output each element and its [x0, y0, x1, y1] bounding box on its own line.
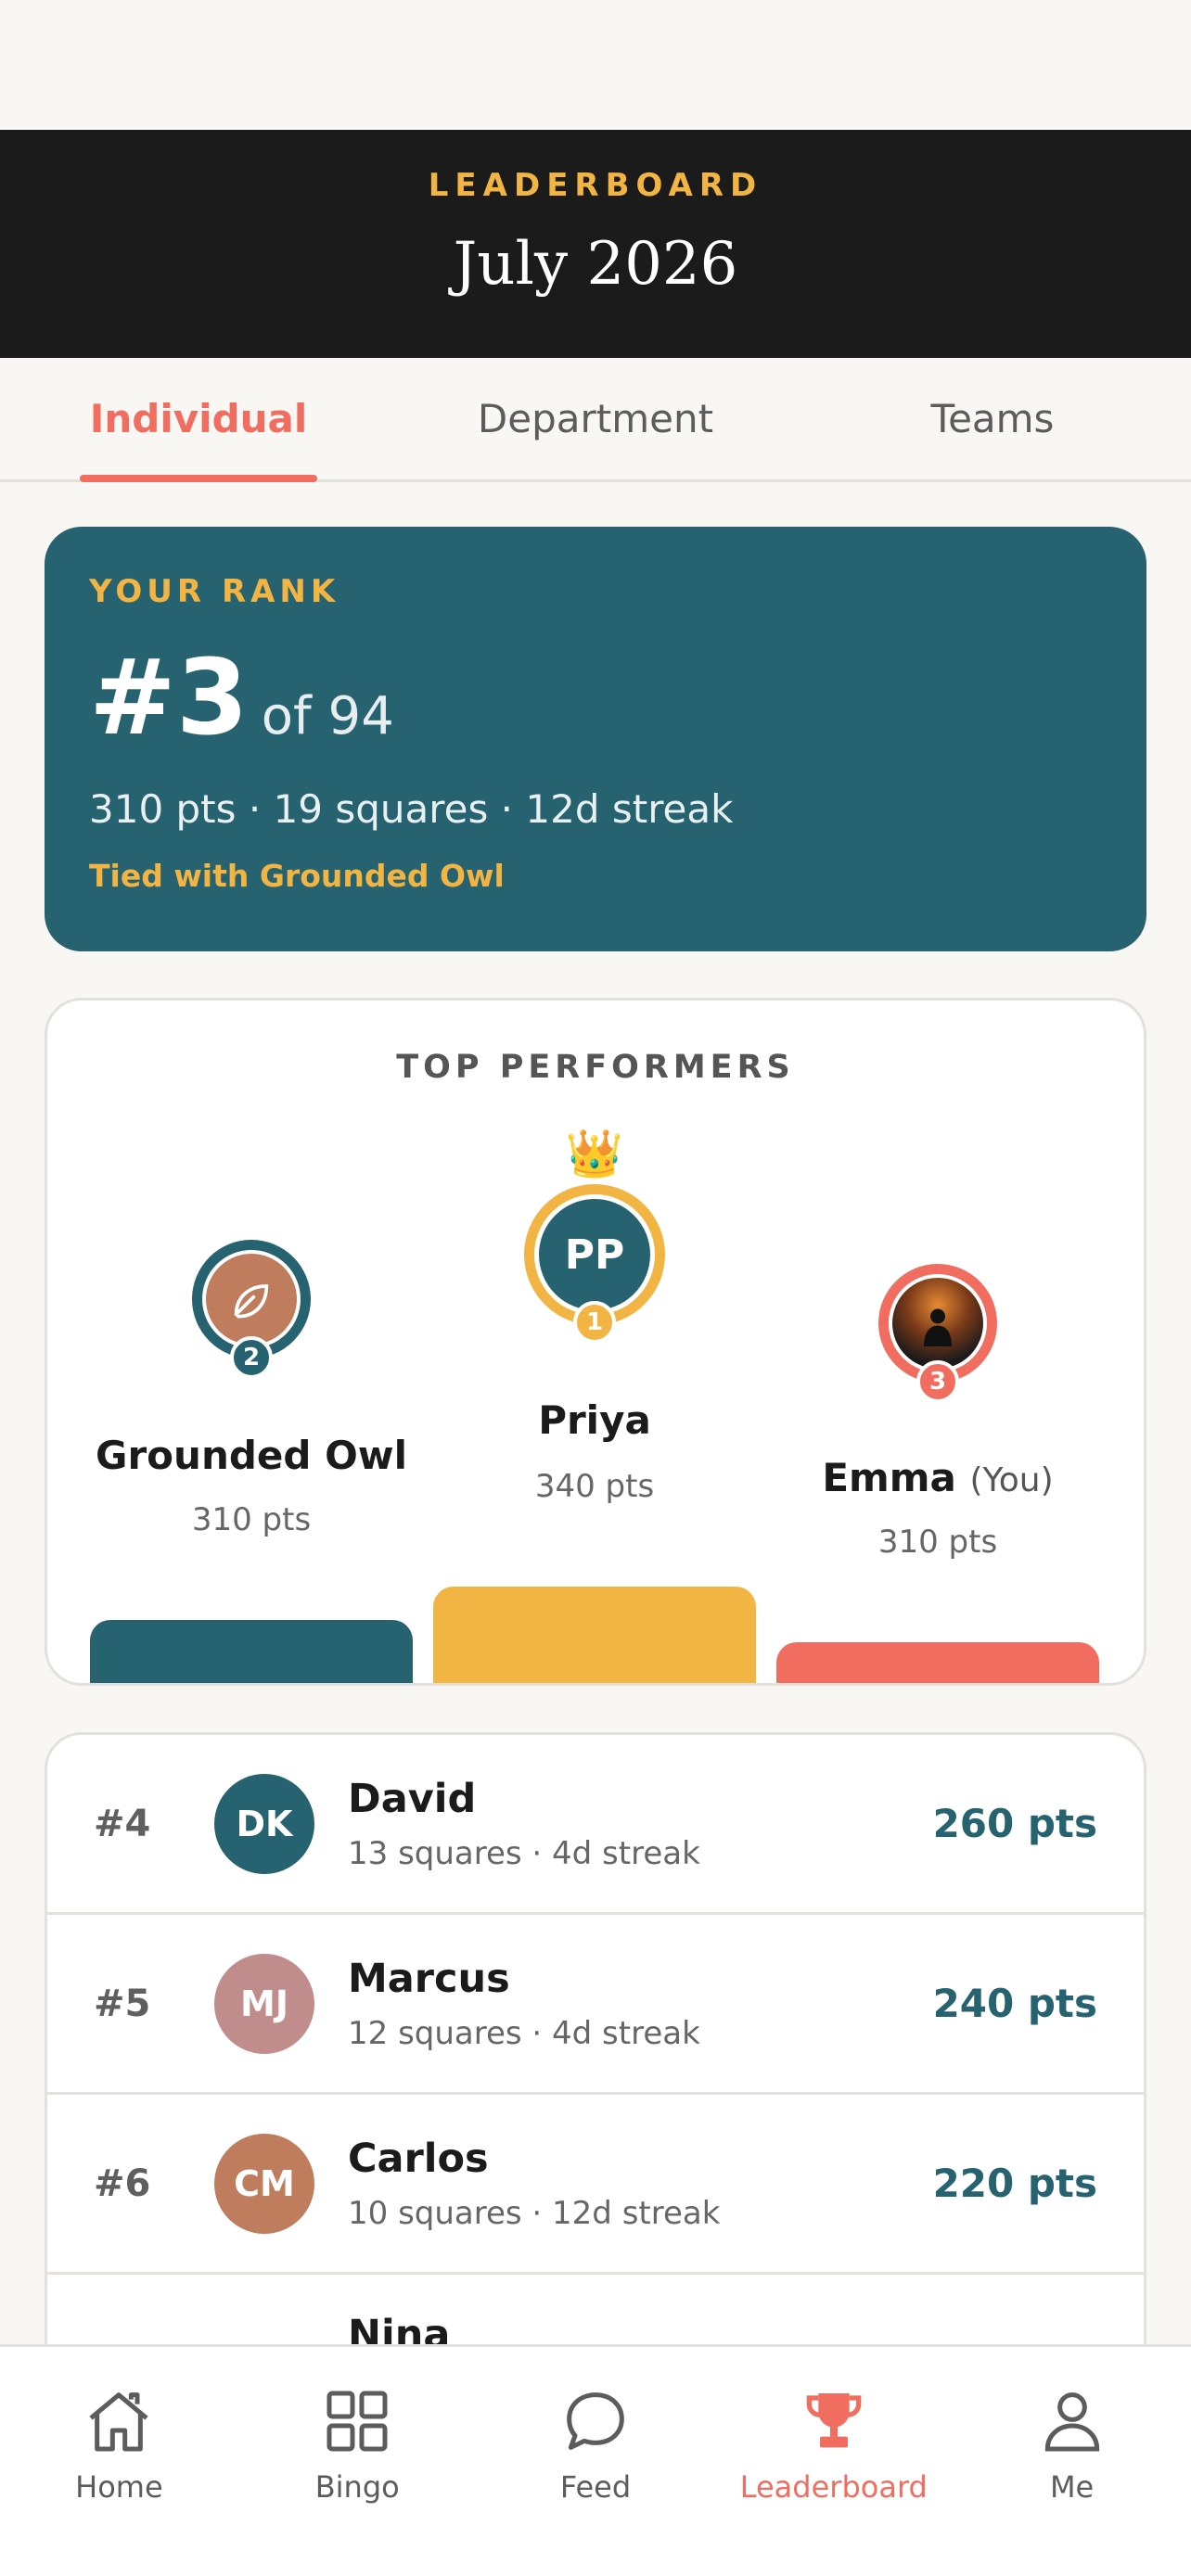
list-points: 220 pts	[932, 2161, 1097, 2206]
list-rank: #5	[94, 1982, 151, 2025]
podium-third-bar	[776, 1642, 1099, 1683]
nav-leaderboard-label: Leaderboard	[739, 2469, 928, 2505]
rank-line: #3 of 94	[89, 638, 1102, 759]
tab-individual[interactable]: Individual	[0, 358, 397, 482]
nav-feed-label: Feed	[559, 2469, 632, 2505]
rank-total: of 94	[261, 686, 394, 746]
podium-third-points: 310 pts	[877, 1524, 998, 1561]
list-item[interactable]: #4 DK David 13 squares · 4d streak 260 p…	[47, 1735, 1144, 1915]
podium-second-bar	[90, 1620, 413, 1683]
podium-third[interactable]: 3 Emma (You) 310 pts	[776, 1001, 1099, 1683]
header-eyebrow: LEADERBOARD	[428, 167, 763, 204]
crown-icon: 👑	[565, 1127, 624, 1180]
podium-first-points: 340 pts	[534, 1468, 655, 1505]
list-stats: 13 squares · 4d streak	[348, 1834, 700, 1872]
list-name: David	[348, 1775, 477, 1822]
nav-home-label: Home	[75, 2469, 163, 2505]
bottom-nav: Home Bingo Feed Leaderboard Me	[0, 2344, 1191, 2576]
rank-stats: 310 pts · 19 squares · 12d streak	[89, 786, 734, 832]
medal-first: 1	[573, 1301, 616, 1344]
leaf-icon	[202, 1250, 301, 1348]
list-points: 260 pts	[932, 1801, 1097, 1846]
user-icon	[1044, 2392, 1099, 2452]
podium-first-name: Priya	[538, 1397, 651, 1443]
podium-first-bar	[433, 1587, 756, 1683]
podium-first[interactable]: 👑 PP 1 Priya 340 pts	[433, 1001, 756, 1683]
list-item[interactable]: #6 CM Carlos 10 squares · 12d streak 220…	[47, 2095, 1144, 2275]
your-rank-label: YOUR RANK	[89, 573, 340, 610]
podium-second[interactable]: 2 Grounded Owl 310 pts	[90, 1001, 413, 1683]
list-item[interactable]: #5 MJ Marcus 12 squares · 4d streak 240 …	[47, 1915, 1144, 2095]
chat-icon	[567, 2392, 624, 2450]
rank-number: #3	[89, 638, 249, 759]
photo-avatar	[889, 1274, 987, 1372]
your-rank-card: YOUR RANK #3 of 94 310 pts · 19 squares …	[45, 527, 1146, 951]
podium-second-name: Grounded Owl	[96, 1433, 407, 1478]
avatar: CM	[214, 2133, 314, 2234]
list-name: Marcus	[348, 1955, 510, 2002]
page-header: LEADERBOARD July 2026	[0, 130, 1191, 358]
podium-third-name-text: Emma	[822, 1455, 956, 1500]
tab-bar: Individual Department Teams	[0, 358, 1191, 482]
list-rank: #4	[94, 1802, 151, 1845]
podium-second-points: 310 pts	[191, 1501, 312, 1538]
nav-bingo[interactable]: Bingo	[238, 2384, 477, 2576]
trophy-icon	[806, 2393, 862, 2448]
status-bar-area	[0, 0, 1191, 130]
home-icon	[89, 2392, 148, 2452]
nav-home[interactable]: Home	[0, 2384, 238, 2576]
you-badge: (You)	[969, 1461, 1054, 1499]
avatar: DK	[214, 1773, 314, 1874]
medal-third: 3	[916, 1360, 959, 1403]
avatar: MJ	[214, 1953, 314, 2054]
tab-teams[interactable]: Teams	[794, 358, 1191, 479]
page-title: July 2026	[453, 230, 738, 299]
nav-leaderboard[interactable]: Leaderboard	[714, 2384, 953, 2576]
tab-department[interactable]: Department	[397, 358, 794, 479]
tie-note: Tied with Grounded Owl	[89, 858, 505, 894]
podium-third-name: Emma (You)	[776, 1455, 1099, 1500]
nav-bingo-label: Bingo	[314, 2469, 400, 2505]
medal-second: 2	[230, 1336, 273, 1379]
list-stats: 12 squares · 4d streak	[348, 2014, 700, 2052]
list-points: 240 pts	[932, 1981, 1097, 2026]
nav-me[interactable]: Me	[953, 2384, 1191, 2576]
list-name: Carlos	[348, 2135, 489, 2182]
nav-feed[interactable]: Feed	[477, 2384, 715, 2576]
list-stats: 10 squares · 12d streak	[348, 2194, 721, 2232]
nav-me-label: Me	[1049, 2469, 1095, 2505]
grid-icon	[327, 2391, 388, 2452]
top-performers-card: TOP PERFORMERS 2 Grounded Owl 310 pts 👑 …	[45, 998, 1146, 1686]
list-rank: #6	[94, 2162, 151, 2205]
podium-first-avatar: PP	[534, 1194, 655, 1315]
